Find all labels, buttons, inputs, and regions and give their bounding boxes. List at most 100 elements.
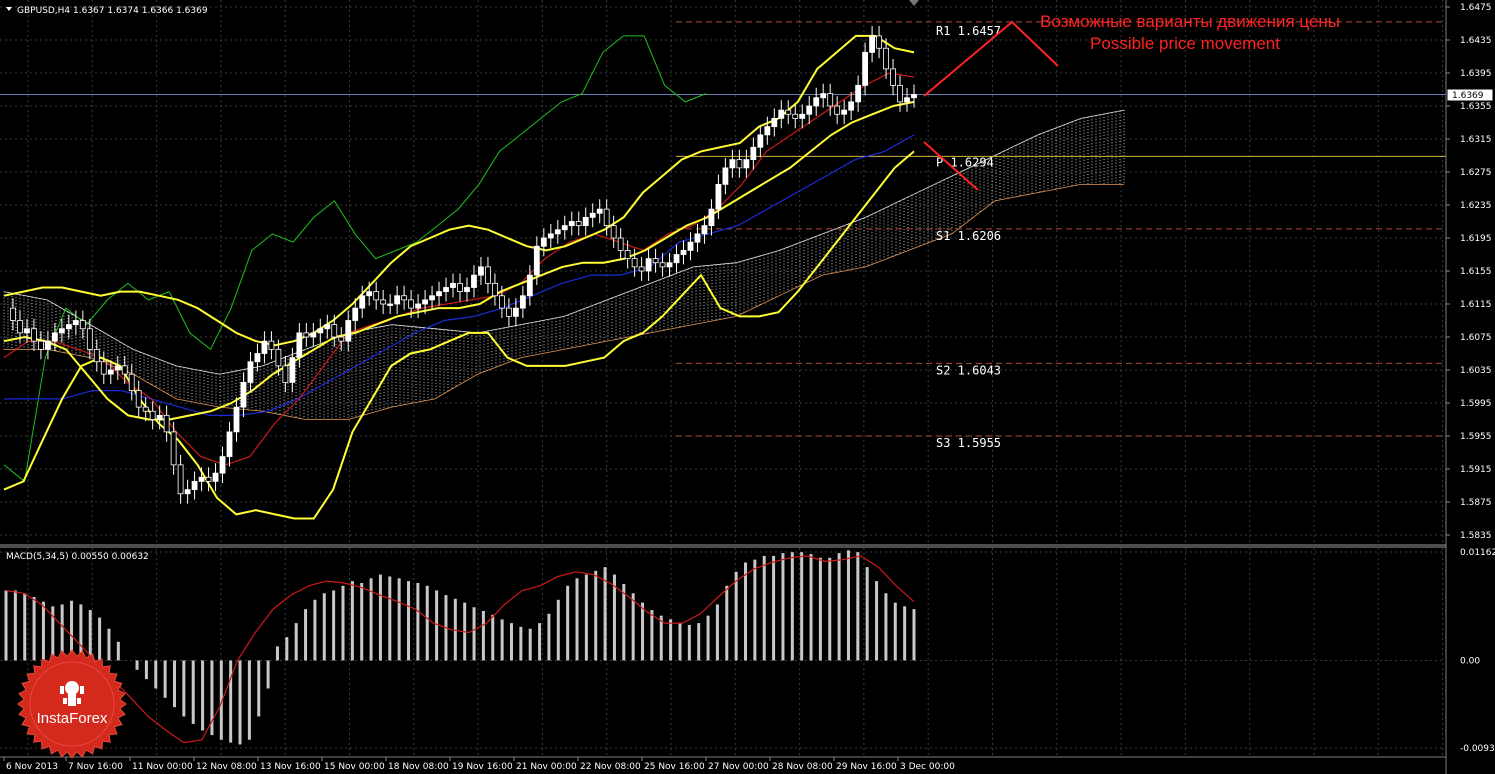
macd-bar [509, 623, 513, 661]
macd-bar [781, 553, 785, 661]
macd-bar [435, 590, 439, 661]
time-tick-label: 11 Nov 00:00 [132, 762, 193, 772]
candle-body [645, 258, 652, 272]
macd-bar [556, 599, 560, 661]
candle-body [638, 266, 645, 272]
macd-bar [884, 593, 888, 661]
candle-body [359, 295, 366, 309]
candle-body [338, 336, 345, 342]
candle-body [79, 320, 86, 330]
macd-bar [875, 581, 879, 661]
time-tick-label: 12 Nov 08:00 [196, 762, 257, 772]
price-tick-label: 1.6275 [1460, 168, 1492, 178]
candle-body [401, 295, 408, 301]
instaforex-logo[interactable]: InstaForex [14, 648, 130, 760]
pivot-label: R1 1.6457 [936, 24, 1001, 38]
candle-body [722, 167, 729, 185]
macd-bar [304, 609, 308, 661]
candle-body [24, 328, 30, 334]
candle-body [848, 101, 855, 111]
candle-body [324, 324, 331, 330]
macd-bar [238, 660, 242, 745]
candle-body [813, 97, 820, 107]
price-tick-label: 1.6435 [1460, 36, 1492, 46]
macd-bar [631, 593, 635, 661]
macd-bar [388, 576, 392, 661]
candle-body [471, 274, 477, 288]
candle-body [268, 340, 275, 350]
pivot-label: S3 1.5955 [936, 436, 1001, 450]
candle-body [93, 348, 100, 363]
candle-body [554, 229, 561, 235]
candle-body [827, 93, 834, 107]
candle-body [289, 357, 296, 383]
macd-bar [500, 619, 504, 661]
candle-body [366, 291, 373, 297]
candle-body [771, 117, 778, 128]
macd-bar [715, 604, 719, 661]
candle-body [820, 93, 827, 99]
candle-body [247, 361, 254, 383]
candle-body [582, 216, 589, 227]
candle-body [170, 431, 177, 466]
current-price-label: 1.6369 [1452, 91, 1484, 101]
macd-bar [425, 585, 429, 661]
price-tick-label: 1.6115 [1460, 300, 1492, 310]
candle-body [205, 476, 212, 482]
macd-bar [538, 623, 542, 661]
price-tick-label: 1.6155 [1460, 267, 1492, 277]
macd-bar [837, 553, 841, 661]
chart-background [0, 0, 1495, 774]
macd-bar [566, 585, 570, 661]
macd-bar [687, 624, 691, 661]
candle-body [890, 68, 896, 86]
candle-body [219, 456, 226, 474]
time-tick-label: 18 Nov 08:00 [388, 762, 449, 772]
candle-body [352, 307, 359, 321]
candle-body [862, 51, 869, 86]
macd-bar [818, 557, 822, 661]
candle-body [38, 340, 44, 350]
candle-body [198, 476, 205, 482]
candle-body [121, 365, 128, 375]
macd-bar [360, 582, 364, 661]
macd-bar [846, 550, 850, 661]
macd-bar [547, 613, 551, 661]
candle-body [876, 35, 882, 49]
macd-bar [163, 660, 167, 698]
candle-body [547, 233, 554, 239]
time-tick-label: 28 Nov 08:00 [772, 762, 833, 772]
time-tick-label: 6 Nov 2013 [6, 762, 58, 772]
macd-bar [313, 599, 317, 661]
candle-body [226, 431, 233, 458]
macd-bar [753, 559, 757, 661]
macd-bar [481, 610, 485, 661]
macd-bar [294, 623, 298, 661]
macd-bar [407, 581, 411, 661]
candle-body [715, 183, 722, 210]
price-tick-label: 1.6395 [1460, 69, 1492, 79]
candle-body [743, 159, 750, 169]
candle-body [86, 328, 93, 350]
macd-bar [772, 555, 776, 661]
macd-bar [322, 593, 326, 661]
macd-tick-label: -0.00938 [1460, 744, 1495, 754]
time-tick-label: 25 Nov 16:00 [644, 762, 705, 772]
time-tick-label: 13 Nov 16:00 [260, 762, 321, 772]
candle-body [624, 249, 631, 260]
candle-body [387, 303, 394, 306]
macd-bar [790, 552, 794, 661]
candle-body [904, 97, 910, 103]
candle-body [673, 254, 680, 264]
candle-body [485, 266, 491, 284]
macd-bar [744, 562, 748, 661]
candle-body [785, 109, 792, 115]
price-tick-label: 1.6315 [1460, 135, 1492, 145]
forex-chart[interactable]: R1 1.6457 P 1.6294 S1 1.6206 S2 1.6043 S3 1.… [0, 0, 1495, 774]
macd-bar [201, 660, 205, 731]
price-tick-label: 1.6035 [1460, 366, 1492, 376]
candle-body [834, 105, 841, 115]
macd-bar [584, 574, 588, 661]
macd-bar [706, 615, 710, 661]
candle-body [464, 287, 470, 293]
